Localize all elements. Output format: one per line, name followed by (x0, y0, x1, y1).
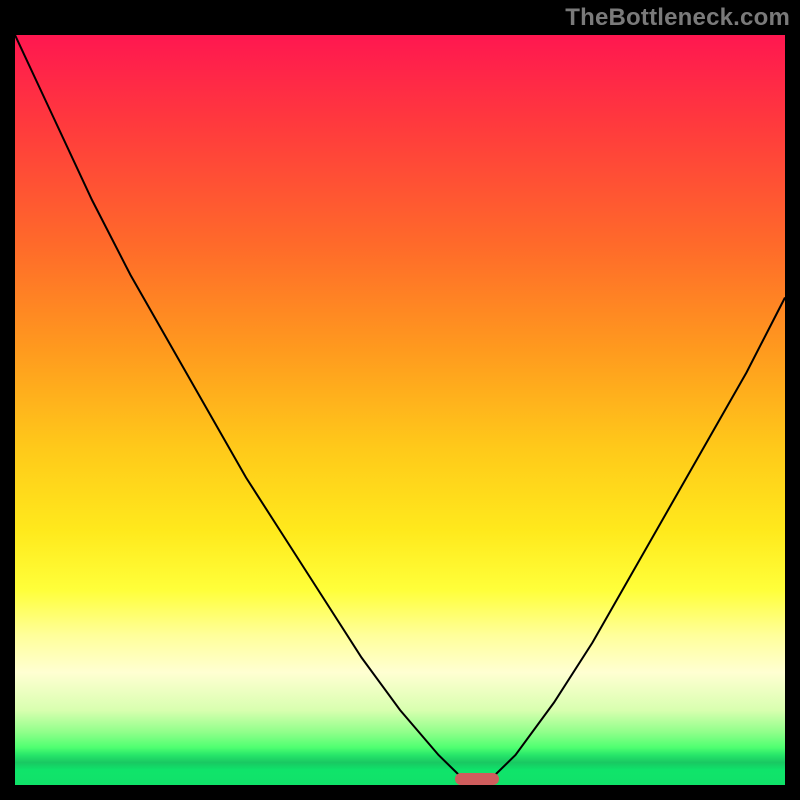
optimum-marker (455, 773, 499, 785)
watermark-text: TheBottleneck.com (565, 4, 790, 32)
bottleneck-curve (15, 35, 785, 785)
chart-frame: TheBottleneck.com (0, 0, 800, 800)
